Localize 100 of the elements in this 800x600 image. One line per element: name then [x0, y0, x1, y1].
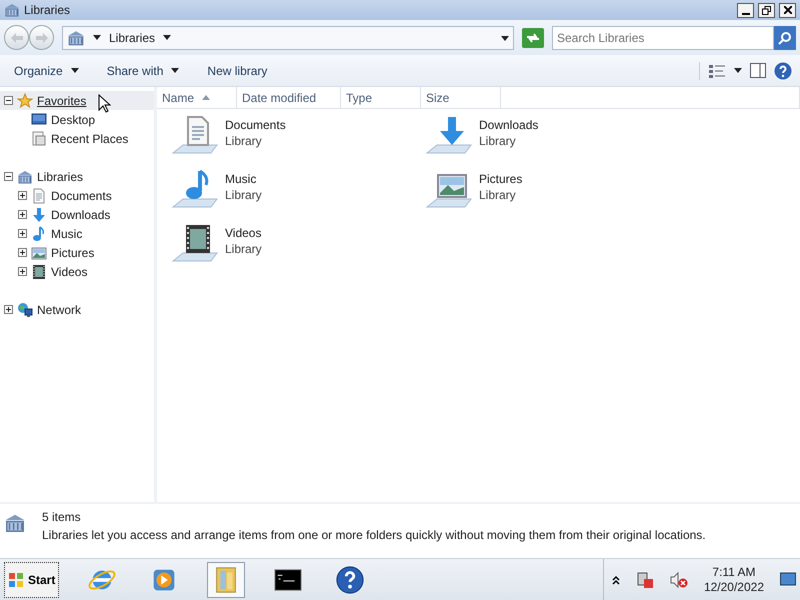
expand-toggle-icon[interactable] — [18, 267, 27, 276]
window-title: Libraries — [24, 2, 70, 19]
toolbar-button[interactable]: Organize — [8, 60, 85, 82]
library-item[interactable]: Music Library — [171, 167, 425, 221]
nav-item[interactable]: Downloads — [0, 205, 154, 224]
picture-icon — [31, 244, 47, 260]
caret-icon — [93, 35, 101, 40]
caret-icon — [163, 35, 172, 40]
breadcrumb-link[interactable]: Libraries — [109, 28, 156, 46]
restore-icon — [762, 6, 771, 15]
library-item[interactable]: Documents Library — [171, 113, 425, 167]
nav-label: Music — [51, 226, 82, 242]
library-item[interactable]: Videos Library — [171, 221, 425, 275]
item-name: Documents — [225, 117, 286, 133]
library-description: Libraries let you access and arrange items from one or more folders quickly without moving them from their original locations. — [42, 527, 706, 544]
item-name: Pictures — [479, 171, 522, 187]
music-note-icon — [31, 226, 47, 242]
sort-ascending-icon — [202, 95, 210, 100]
help-icon — [335, 564, 366, 594]
chevron-up-icon[interactable] — [612, 574, 620, 584]
clock-date[interactable]: 12/20/2022 — [704, 580, 764, 594]
right-arrow-icon — [36, 33, 48, 44]
library-item[interactable]: Downloads Library — [425, 113, 679, 167]
close-icon — [784, 6, 792, 14]
recent-places-icon — [31, 130, 47, 146]
clock-time[interactable]: 7:11 AM — [712, 564, 756, 580]
help-icon[interactable] — [774, 62, 792, 80]
expand-toggle-icon[interactable] — [18, 191, 27, 200]
nav-label: Desktop — [51, 112, 96, 128]
network-warning-icon[interactable] — [636, 570, 654, 588]
nav-label: Pictures — [51, 244, 94, 262]
expand-toggle-icon[interactable] — [4, 305, 13, 314]
search-button[interactable] — [774, 26, 796, 50]
nav-item[interactable]: Network — [0, 300, 154, 319]
nav-item[interactable]: Videos — [0, 262, 154, 281]
show-desktop-icon[interactable] — [780, 572, 796, 588]
document-icon — [31, 188, 47, 204]
caret-icon — [171, 68, 180, 73]
view-options-icon[interactable] — [708, 62, 726, 78]
refresh-arrows-icon — [526, 32, 540, 44]
nav-label: Documents — [51, 188, 112, 204]
nav-label: Libraries — [37, 168, 84, 186]
column-header[interactable]: Size — [421, 87, 501, 109]
item-type: Library — [225, 241, 262, 257]
nav-label: Videos — [51, 264, 88, 280]
caret-icon — [70, 68, 79, 73]
cursor-icon — [98, 94, 111, 113]
item-count: 5 items — [42, 509, 82, 526]
muted-speaker-icon[interactable] — [670, 570, 688, 588]
item-type: Library — [225, 187, 262, 203]
nav-label: Favorites — [37, 92, 86, 110]
library-icon — [4, 2, 20, 18]
preview-pane-icon[interactable] — [750, 63, 766, 78]
item-type: Library — [479, 187, 517, 203]
item-type: Library — [479, 133, 517, 149]
restore-button[interactable] — [758, 2, 775, 18]
library-icon — [4, 512, 26, 534]
star-icon — [17, 92, 33, 108]
address-bar[interactable]: Libraries — [62, 26, 514, 50]
collapse-toggle-icon[interactable] — [4, 96, 13, 105]
down-arrow-icon — [31, 206, 47, 222]
nav-item[interactable]: Libraries — [0, 167, 154, 186]
monitor-icon — [31, 112, 47, 128]
nav-item[interactable]: Recent Places — [0, 129, 154, 148]
nav-item[interactable]: Desktop — [0, 110, 154, 129]
refresh-button[interactable] — [522, 28, 544, 48]
nav-label: Network — [37, 302, 82, 318]
library-icon — [17, 168, 33, 184]
network-icon — [17, 302, 33, 318]
expand-toggle-icon[interactable] — [18, 248, 27, 257]
toolbar-button[interactable]: Share with — [100, 60, 186, 82]
collapse-toggle-icon[interactable] — [4, 172, 13, 181]
toolbar-button[interactable]: New library — [201, 60, 274, 82]
column-header[interactable]: Type — [341, 87, 421, 109]
nav-item[interactable]: Music — [0, 224, 154, 243]
search-field[interactable]: Search Libraries — [552, 26, 774, 50]
search-icon — [778, 30, 792, 44]
item-name: Music — [225, 171, 258, 187]
minimize-button[interactable] — [737, 2, 754, 18]
nav-label: Recent Places — [51, 130, 128, 148]
library-icon — [67, 28, 85, 46]
start-button[interactable]: Start — [4, 562, 60, 598]
windows-logo-icon — [8, 572, 24, 588]
expand-toggle-icon[interactable] — [18, 210, 27, 219]
nav-item[interactable]: Documents — [0, 186, 154, 205]
nav-item[interactable]: Pictures — [0, 243, 154, 262]
nav-label: Downloads — [51, 206, 110, 224]
item-name: Downloads — [479, 117, 538, 133]
column-header[interactable]: Name — [157, 87, 237, 109]
library-item[interactable]: Pictures Library — [425, 167, 679, 221]
column-header[interactable]: Date modified — [237, 87, 341, 109]
film-icon — [31, 264, 47, 280]
minimize-icon — [742, 13, 750, 15]
left-arrow-icon — [10, 33, 22, 44]
expand-toggle-icon[interactable] — [18, 229, 27, 238]
item-type: Library — [225, 133, 263, 149]
nav-item[interactable]: Favorites — [0, 91, 154, 110]
close-button[interactable] — [779, 2, 796, 18]
caret-icon — [734, 68, 742, 73]
item-name: Videos — [225, 225, 262, 241]
